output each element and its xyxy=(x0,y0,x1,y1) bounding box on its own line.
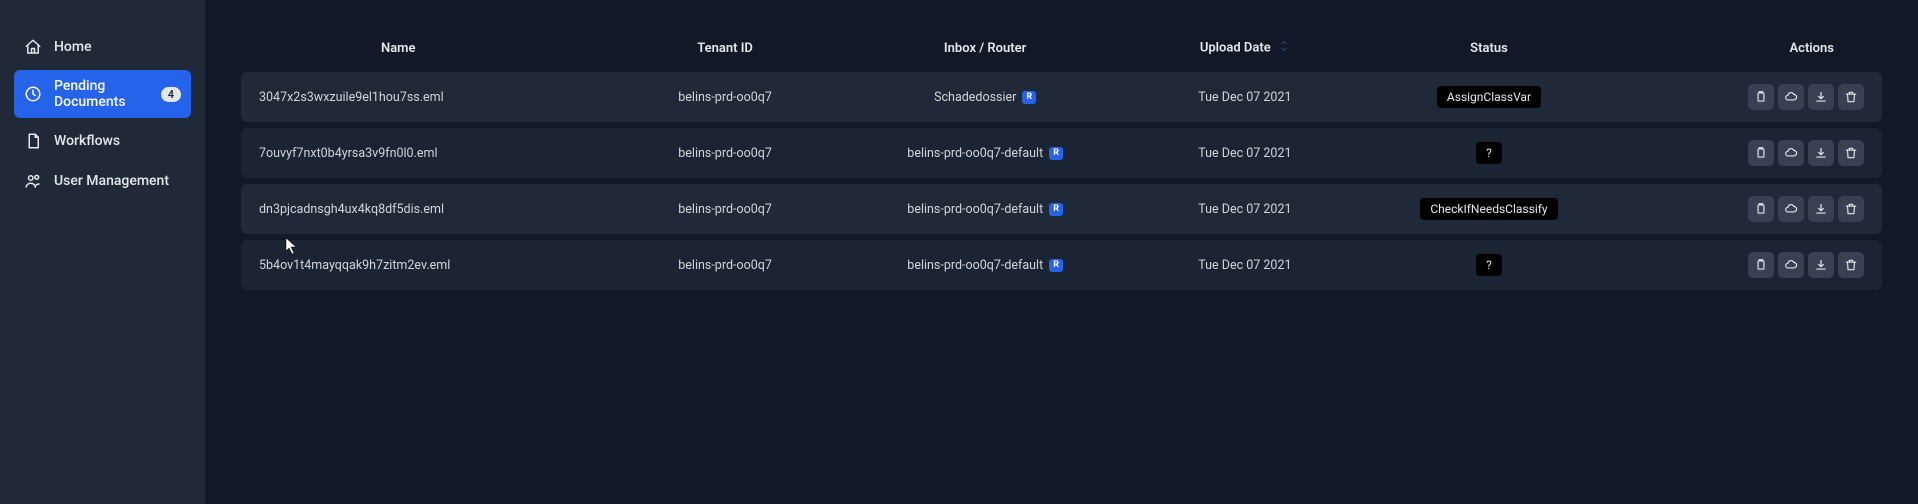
cell-upload: Tue Dec 07 2021 xyxy=(1142,184,1349,234)
row-actions xyxy=(1748,84,1864,110)
table-row[interactable]: 7ouvyf7nxt0b4yrsa3v9fn0l0.eml belins-prd… xyxy=(241,128,1882,178)
status-badge: AssignClassVar xyxy=(1437,86,1541,108)
status-badge: ? xyxy=(1476,254,1502,276)
document-icon xyxy=(24,132,42,150)
main-content: Name Tenant ID Inbox / Router Upload Dat… xyxy=(205,0,1918,504)
clipboard-button[interactable] xyxy=(1748,252,1774,278)
sidebar-item-pending-documents[interactable]: Pending Documents 4 xyxy=(14,70,191,118)
col-header-actions: Actions xyxy=(1630,30,1882,66)
table-row[interactable]: 5b4ov1t4mayqqak9h7zitm2ev.eml belins-prd… xyxy=(241,240,1882,290)
download-button[interactable] xyxy=(1808,252,1834,278)
cell-actions xyxy=(1630,72,1882,122)
cell-name: 3047x2s3wxzuile9el1hou7ss.eml xyxy=(241,72,621,122)
cell-status: CheckIfNeedsClassify xyxy=(1348,184,1630,234)
cell-upload: Tue Dec 07 2021 xyxy=(1142,240,1349,290)
sidebar-item-user-management[interactable]: User Management xyxy=(14,164,191,198)
download-button[interactable] xyxy=(1808,84,1834,110)
table-row[interactable]: 3047x2s3wxzuile9el1hou7ss.eml belins-prd… xyxy=(241,72,1882,122)
cell-status: ? xyxy=(1348,128,1630,178)
delete-button[interactable] xyxy=(1838,84,1864,110)
cell-tenant: belins-prd-oo0q7 xyxy=(621,184,828,234)
sidebar-item-label: User Management xyxy=(54,173,169,189)
delete-button[interactable] xyxy=(1838,140,1864,166)
clipboard-button[interactable] xyxy=(1748,84,1774,110)
documents-table: Name Tenant ID Inbox / Router Upload Dat… xyxy=(241,24,1882,296)
col-header-status[interactable]: Status xyxy=(1348,30,1630,66)
status-badge: ? xyxy=(1476,142,1502,164)
delete-button[interactable] xyxy=(1838,252,1864,278)
r-badge: R xyxy=(1049,147,1063,160)
cell-upload: Tue Dec 07 2021 xyxy=(1142,72,1349,122)
cell-actions xyxy=(1630,128,1882,178)
cell-upload: Tue Dec 07 2021 xyxy=(1142,128,1349,178)
status-badge: CheckIfNeedsClassify xyxy=(1420,198,1557,220)
cell-tenant: belins-prd-oo0q7 xyxy=(621,240,828,290)
cell-inbox: SchadedossierR xyxy=(829,72,1142,122)
col-header-name[interactable]: Name xyxy=(241,30,621,66)
sidebar-item-home[interactable]: Home xyxy=(14,30,191,64)
table-row[interactable]: dn3pjcadnsgh4ux4kq8df5dis.eml belins-prd… xyxy=(241,184,1882,234)
sidebar-item-label: Home xyxy=(54,39,92,55)
cell-status: ? xyxy=(1348,240,1630,290)
r-badge: R xyxy=(1049,259,1063,272)
users-icon xyxy=(24,172,42,190)
col-header-inbox[interactable]: Inbox / Router xyxy=(829,30,1142,66)
cell-name: 7ouvyf7nxt0b4yrsa3v9fn0l0.eml xyxy=(241,128,621,178)
delete-button[interactable] xyxy=(1838,196,1864,222)
cell-inbox: belins-prd-oo0q7-defaultR xyxy=(829,128,1142,178)
cell-actions xyxy=(1630,184,1882,234)
r-badge: R xyxy=(1022,91,1036,104)
cloud-button[interactable] xyxy=(1778,196,1804,222)
col-header-upload[interactable]: Upload Date xyxy=(1142,30,1349,66)
sidebar: Home Pending Documents 4 Workflows User … xyxy=(0,0,205,504)
cell-status: AssignClassVar xyxy=(1348,72,1630,122)
col-header-tenant[interactable]: Tenant ID xyxy=(621,30,828,66)
clipboard-button[interactable] xyxy=(1748,196,1774,222)
cell-inbox: belins-prd-oo0q7-defaultR xyxy=(829,240,1142,290)
cloud-button[interactable] xyxy=(1778,252,1804,278)
sidebar-item-label: Workflows xyxy=(54,133,120,149)
cell-tenant: belins-prd-oo0q7 xyxy=(621,72,828,122)
cell-inbox: belins-prd-oo0q7-defaultR xyxy=(829,184,1142,234)
cell-actions xyxy=(1630,240,1882,290)
sidebar-item-label: Pending Documents xyxy=(54,78,149,110)
sidebar-item-workflows[interactable]: Workflows xyxy=(14,124,191,158)
download-button[interactable] xyxy=(1808,140,1834,166)
sort-icon xyxy=(1278,41,1290,56)
row-actions xyxy=(1748,196,1864,222)
download-button[interactable] xyxy=(1808,196,1834,222)
clock-icon xyxy=(24,85,42,103)
cloud-button[interactable] xyxy=(1778,140,1804,166)
badge-count: 4 xyxy=(161,87,181,102)
home-icon xyxy=(24,38,42,56)
cell-name: 5b4ov1t4mayqqak9h7zitm2ev.eml xyxy=(241,240,621,290)
r-badge: R xyxy=(1049,203,1063,216)
cell-tenant: belins-prd-oo0q7 xyxy=(621,128,828,178)
cell-name: dn3pjcadnsgh4ux4kq8df5dis.eml xyxy=(241,184,621,234)
col-header-upload-label: Upload Date xyxy=(1200,40,1271,55)
cloud-button[interactable] xyxy=(1778,84,1804,110)
clipboard-button[interactable] xyxy=(1748,140,1774,166)
row-actions xyxy=(1748,140,1864,166)
row-actions xyxy=(1748,252,1864,278)
